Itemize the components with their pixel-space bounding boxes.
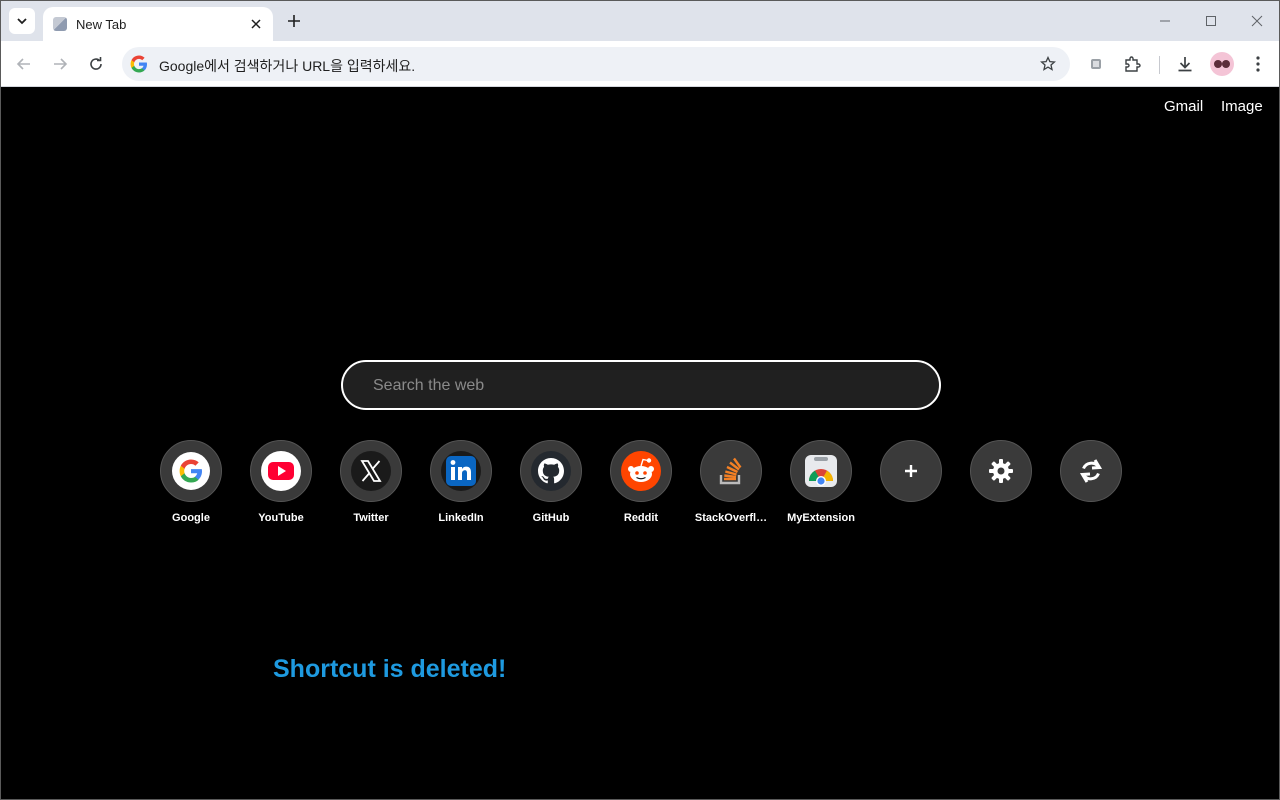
shortcut-tile [430,440,492,502]
shortcut-youtube[interactable]: YouTube [241,440,321,524]
close-icon [1251,15,1263,27]
forward-button[interactable] [46,50,74,78]
tab-title: New Tab [76,16,127,32]
refresh-icon [1079,459,1103,483]
x-twitter-icon [351,451,391,491]
plus-icon [905,465,917,477]
shortcut-tile [340,440,402,502]
tab-favicon-icon [53,17,67,31]
shortcut-google[interactable]: Google [151,440,231,524]
star-icon [1040,56,1056,71]
add-shortcut-button[interactable] [871,440,951,524]
shortcut-tile [700,440,762,502]
downloads-button[interactable] [1171,50,1199,78]
search-box [341,360,941,410]
github-icon [531,451,571,491]
reload-button[interactable] [82,50,110,78]
shortcut-label: StackOverfl… [694,512,768,524]
google-icon [172,452,210,490]
reddit-icon [621,451,661,491]
search-input[interactable] [373,376,913,396]
avatar-glasses-icon [1214,60,1230,68]
arrow-right-icon [54,58,68,70]
google-icon [130,55,147,73]
shortcut-label: LinkedIn [438,512,484,524]
chevron-down-icon [17,18,27,25]
shortcut-tile [160,440,222,502]
shortcut-tile [520,440,582,502]
browser-window: New Tab Google에서 검색하거나 URL을 입력하세요. Gmail… [0,0,1280,800]
shortcut-linkedin[interactable]: LinkedIn [421,440,501,524]
shortcut-twitter[interactable]: Twitter [331,440,411,524]
tab-search-button[interactable] [9,8,35,34]
shortcut-myextension[interactable]: MyExtension [781,440,861,524]
menu-button[interactable] [1244,50,1272,78]
profile-avatar[interactable] [1210,52,1234,76]
download-icon [1178,57,1192,72]
shortcuts-row: Google YouTube Twitter LinkedIn GitHub R… [1,440,1279,530]
reload-icon [90,57,102,70]
address-bar-text: Google에서 검색하거나 URL을 입력하세요. [159,58,416,74]
tab-new-tab[interactable]: New Tab [43,7,273,41]
shortcut-reddit[interactable]: Reddit [601,440,681,524]
shortcut-label: Twitter [353,512,389,524]
shortcut-github[interactable]: GitHub [511,440,591,524]
image-link[interactable]: Image [1221,98,1263,115]
settings-button[interactable] [961,440,1041,524]
shortcut-label: MyExtension [787,512,855,524]
puzzle-icon [1125,56,1141,72]
shortcut-tile [880,440,942,502]
plus-icon [288,15,300,27]
refresh-button[interactable] [1051,440,1131,524]
maximize-button[interactable] [1196,7,1226,35]
minimize-icon [1160,20,1170,22]
shortcut-tile [970,440,1032,502]
close-icon [251,19,261,29]
tab-close-button[interactable] [247,15,265,33]
shortcut-label: YouTube [258,512,304,524]
new-tab-button[interactable] [282,9,306,33]
bookmark-button[interactable] [1038,54,1058,74]
shortcut-label: Google [172,512,210,524]
shortcut-stackoverflow[interactable]: StackOverfl… [691,440,771,524]
minimize-button[interactable] [1150,7,1180,35]
tab-strip: New Tab [1,1,1279,41]
shortcut-tile [1060,440,1122,502]
toolbar-divider [1159,56,1160,74]
extension-app-button[interactable] [1082,50,1110,78]
toolbar: Google에서 검색하거나 URL을 입력하세요. [1,41,1279,87]
shortcut-deleted-message: Shortcut is deleted! [273,655,507,683]
youtube-icon [261,451,301,491]
new-tab-page: Gmail Image Google [1,88,1279,799]
extensions-button[interactable] [1118,50,1146,78]
arrow-left-icon [16,58,30,70]
address-bar[interactable]: Google에서 검색하거나 URL을 입력하세요. [122,47,1070,81]
more-vertical-icon [1256,56,1260,72]
app-icon [1091,59,1101,69]
shortcut-label: Reddit [623,512,659,524]
gear-icon [989,459,1013,483]
shortcut-tile [610,440,672,502]
close-window-button[interactable] [1242,7,1272,35]
stackoverflow-icon [719,457,742,485]
chrome-icon [805,455,837,487]
shortcut-label: GitHub [532,512,570,524]
shortcut-tile [250,440,312,502]
linkedin-icon [441,451,481,491]
gmail-link[interactable]: Gmail [1164,98,1203,115]
maximize-icon [1206,16,1216,26]
shortcut-tile [790,440,852,502]
back-button[interactable] [10,50,38,78]
